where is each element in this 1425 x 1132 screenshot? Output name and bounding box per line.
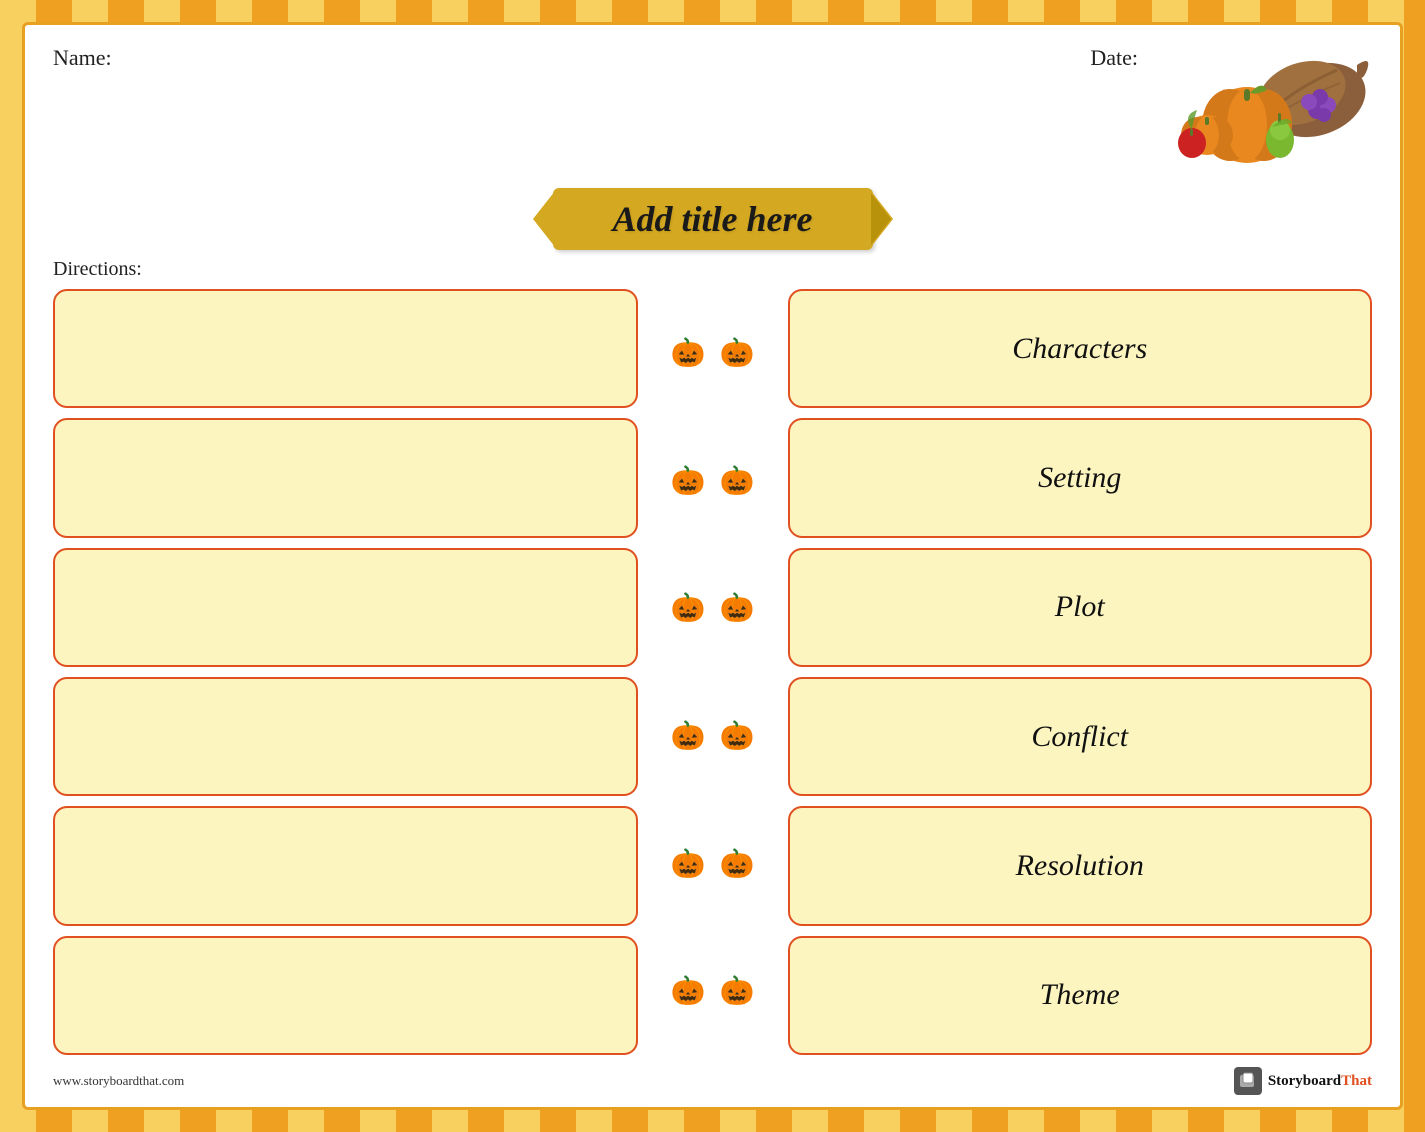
title-section: Add title here	[53, 188, 1372, 250]
right-box-6: Theme	[788, 936, 1373, 1055]
label-text-1: Characters	[1012, 332, 1147, 366]
pumpkin-row-4: 🎃 🎃	[671, 672, 755, 800]
pumpkin-left-5: 🎃	[671, 847, 706, 881]
pumpkin-row-2: 🎃 🎃	[671, 417, 755, 545]
footer: www.storyboardthat.com StoryboardThat	[53, 1063, 1372, 1095]
main-card: Name: Date:	[22, 22, 1403, 1110]
left-box-2[interactable]	[53, 418, 638, 537]
pumpkin-left-6: 🎃	[671, 974, 706, 1008]
left-box-4[interactable]	[53, 677, 638, 796]
rows-area: 🎃 🎃 🎃 🎃 🎃 🎃 🎃 🎃 🎃 🎃 🎃 🎃 Characters Settin…	[53, 289, 1372, 1055]
pumpkin-right-4: 🎃	[720, 719, 755, 753]
right-box-5: Resolution	[788, 806, 1373, 925]
right-box-4: Conflict	[788, 677, 1373, 796]
pumpkin-right-1: 🎃	[720, 336, 755, 370]
right-box-2: Setting	[788, 418, 1373, 537]
pumpkin-row-6: 🎃 🎃	[671, 927, 755, 1055]
directions-label: Directions:	[53, 258, 142, 280]
left-boxes	[53, 289, 638, 1055]
name-field: Name:	[53, 45, 112, 71]
footer-brand: StoryboardThat	[1234, 1067, 1372, 1095]
left-box-5[interactable]	[53, 806, 638, 925]
pumpkin-right-5: 🎃	[720, 847, 755, 881]
left-box-6[interactable]	[53, 936, 638, 1055]
label-text-5: Resolution	[1016, 849, 1144, 883]
pumpkin-row-3: 🎃 🎃	[671, 544, 755, 672]
left-box-3[interactable]	[53, 548, 638, 667]
cornucopia-svg	[1162, 35, 1372, 180]
label-text-3: Plot	[1055, 590, 1105, 624]
pumpkin-row-5: 🎃 🎃	[671, 800, 755, 928]
right-box-3: Plot	[788, 548, 1373, 667]
footer-url: www.storyboardthat.com	[53, 1073, 184, 1089]
right-box-1: Characters	[788, 289, 1373, 408]
pumpkin-right-3: 🎃	[720, 591, 755, 625]
pumpkin-left-3: 🎃	[671, 591, 706, 625]
pumpkin-right-2: 🎃	[720, 464, 755, 498]
cornucopia-illustration	[1162, 35, 1372, 180]
label-text-4: Conflict	[1031, 720, 1128, 754]
label-text-2: Setting	[1038, 461, 1121, 495]
brand-name: StoryboardThat	[1268, 1073, 1372, 1090]
brand-logo-svg	[1238, 1071, 1258, 1091]
pumpkin-right-6: 🎃	[720, 974, 755, 1008]
name-label: Name:	[53, 45, 112, 70]
pumpkin-row-1: 🎃 🎃	[671, 289, 755, 417]
title-text: Add title here	[613, 199, 813, 239]
brand-icon	[1234, 1067, 1262, 1095]
title-banner: Add title here	[553, 188, 873, 250]
directions-row: Directions:	[53, 258, 1372, 281]
left-box-1[interactable]	[53, 289, 638, 408]
pumpkin-left-4: 🎃	[671, 719, 706, 753]
label-text-6: Theme	[1040, 978, 1120, 1012]
header-row: Name: Date:	[53, 45, 1372, 180]
right-boxes: Characters Setting Plot Conflict Resolution T…	[788, 289, 1373, 1055]
date-label: Date:	[1090, 45, 1138, 71]
center-pumpkins: 🎃 🎃 🎃 🎃 🎃 🎃 🎃 🎃 🎃 🎃 🎃 🎃	[648, 289, 778, 1055]
pumpkin-left-1: 🎃	[671, 336, 706, 370]
pumpkin-left-2: 🎃	[671, 464, 706, 498]
